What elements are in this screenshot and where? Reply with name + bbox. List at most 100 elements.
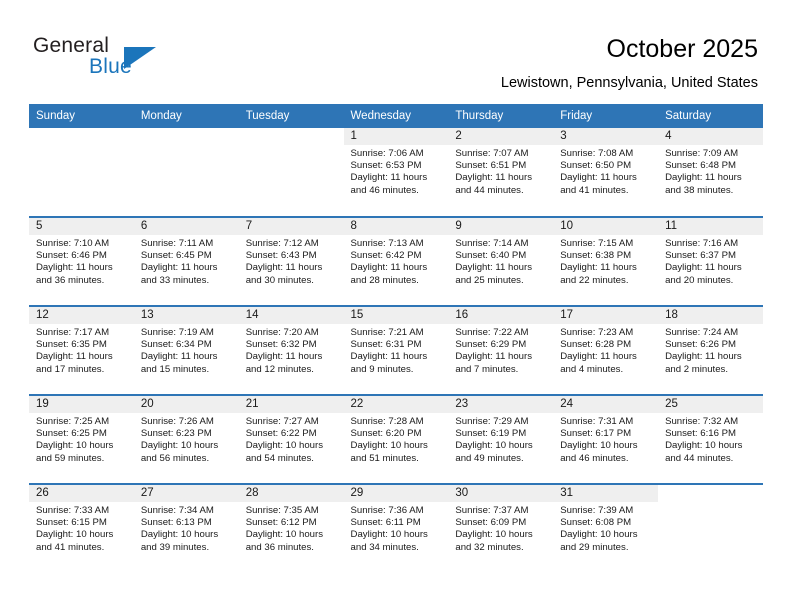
calendar-day-cell[interactable] <box>29 128 134 217</box>
calendar-day-cell[interactable]: 12 Sunrise: 7:17 AM Sunset: 6:35 PM Dayligh… <box>29 305 134 395</box>
calendar-day[interactable]: 11 Sunrise: 7:16 AM Sunset: 6:37 PM Dayligh… <box>658 218 763 305</box>
calendar-day[interactable]: 14 Sunrise: 7:20 AM Sunset: 6:32 PM Dayligh… <box>238 307 344 394</box>
calendar-day-cell[interactable]: 21 Sunrise: 7:27 AM Sunset: 6:22 PM Dayligh… <box>238 394 344 484</box>
calendar-day[interactable]: 30 Sunrise: 7:37 AM Sunset: 6:09 PM Dayligh… <box>448 485 554 572</box>
calendar-grid: Sunday Monday Tuesday Wednesday Thursday… <box>29 104 763 573</box>
calendar-day-cell[interactable]: 25 Sunrise: 7:32 AM Sunset: 6:16 PM Dayligh… <box>658 394 763 484</box>
day-number: 10 <box>553 218 659 235</box>
calendar-day[interactable]: 3 Sunrise: 7:08 AM Sunset: 6:50 PM Daylight… <box>553 128 659 215</box>
sunset-text: Sunset: 6:51 PM <box>455 160 527 172</box>
sunset-text: Sunset: 6:11 PM <box>350 517 421 529</box>
calendar-day[interactable]: 9 Sunrise: 7:14 AM Sunset: 6:40 PM Daylight… <box>448 218 554 305</box>
sunrise-text: Sunrise: 7:25 AM <box>36 416 110 427</box>
calendar-day[interactable]: 2 Sunrise: 7:07 AM Sunset: 6:51 PM Daylight… <box>448 128 554 215</box>
calendar-day[interactable]: 1 Sunrise: 7:06 AM Sunset: 6:53 PM Daylight… <box>343 128 449 215</box>
calendar-day-cell[interactable]: 1 Sunrise: 7:06 AM Sunset: 6:53 PM Daylight… <box>343 128 449 217</box>
calendar-day-cell[interactable]: 3 Sunrise: 7:08 AM Sunset: 6:50 PM Daylight… <box>553 128 659 217</box>
sunset-text: Sunset: 6:38 PM <box>560 250 632 262</box>
calendar-day-cell[interactable]: 2 Sunrise: 7:07 AM Sunset: 6:51 PM Daylight… <box>448 128 554 217</box>
day-details: Sunrise: 7:27 AM Sunset: 6:22 PM Daylight:… <box>239 413 344 465</box>
calendar-day[interactable]: 13 Sunrise: 7:19 AM Sunset: 6:34 PM Dayligh… <box>133 307 239 394</box>
calendar-day-cell[interactable]: 24 Sunrise: 7:31 AM Sunset: 6:17 PM Dayligh… <box>553 394 659 484</box>
calendar-day[interactable]: 15 Sunrise: 7:21 AM Sunset: 6:31 PM Dayligh… <box>343 307 449 394</box>
day-details: Sunrise: 7:29 AM Sunset: 6:19 PM Daylight:… <box>448 413 553 465</box>
calendar-day[interactable]: 27 Sunrise: 7:34 AM Sunset: 6:13 PM Dayligh… <box>133 485 239 572</box>
calendar-day-cell[interactable]: 16 Sunrise: 7:22 AM Sunset: 6:29 PM Dayligh… <box>448 305 554 395</box>
calendar-day-cell[interactable]: 14 Sunrise: 7:20 AM Sunset: 6:32 PM Dayligh… <box>238 305 344 395</box>
sunrise-text: Sunrise: 7:33 AM <box>36 505 110 516</box>
calendar-day[interactable]: 4 Sunrise: 7:09 AM Sunset: 6:48 PM Daylight… <box>658 128 763 215</box>
day-number: 1 <box>343 128 449 145</box>
calendar-day[interactable]: 12 Sunrise: 7:17 AM Sunset: 6:35 PM Dayligh… <box>29 307 134 394</box>
weekday-header-sunday: Sunday <box>29 104 134 128</box>
calendar-day[interactable]: 31 Sunrise: 7:39 AM Sunset: 6:08 PM Dayligh… <box>553 485 659 572</box>
calendar-day-cell[interactable]: 17 Sunrise: 7:23 AM Sunset: 6:28 PM Dayligh… <box>553 305 659 395</box>
calendar-day[interactable]: 20 Sunrise: 7:26 AM Sunset: 6:23 PM Dayligh… <box>133 396 239 483</box>
calendar-day-cell[interactable]: 19 Sunrise: 7:25 AM Sunset: 6:25 PM Dayligh… <box>29 394 134 484</box>
day-details: Sunrise: 7:06 AM Sunset: 6:53 PM Daylight:… <box>344 145 449 197</box>
calendar-day[interactable]: 17 Sunrise: 7:23 AM Sunset: 6:28 PM Dayligh… <box>553 307 659 394</box>
calendar-day[interactable]: 6 Sunrise: 7:11 AM Sunset: 6:45 PM Daylight… <box>133 218 239 305</box>
calendar-day[interactable]: 21 Sunrise: 7:27 AM Sunset: 6:22 PM Dayligh… <box>238 396 344 483</box>
calendar-day-cell[interactable]: 30 Sunrise: 7:37 AM Sunset: 6:09 PM Dayligh… <box>448 483 554 573</box>
calendar-day[interactable]: 24 Sunrise: 7:31 AM Sunset: 6:17 PM Dayligh… <box>553 396 659 483</box>
calendar-day[interactable]: 5 Sunrise: 7:10 AM Sunset: 6:46 PM Daylight… <box>29 218 134 305</box>
calendar-day-cell[interactable]: 6 Sunrise: 7:11 AM Sunset: 6:45 PM Daylight… <box>133 216 239 306</box>
calendar-day[interactable]: 29 Sunrise: 7:36 AM Sunset: 6:11 PM Dayligh… <box>343 485 449 572</box>
day-number: 24 <box>553 396 659 413</box>
calendar-day[interactable]: 25 Sunrise: 7:32 AM Sunset: 6:16 PM Dayligh… <box>658 396 763 483</box>
calendar-day-cell[interactable] <box>658 483 763 573</box>
calendar-day[interactable]: 19 Sunrise: 7:25 AM Sunset: 6:25 PM Dayligh… <box>29 396 134 483</box>
sunrise-text: Sunrise: 7:17 AM <box>36 327 110 338</box>
calendar-day[interactable]: 10 Sunrise: 7:15 AM Sunset: 6:38 PM Dayligh… <box>553 218 659 305</box>
calendar-day-cell[interactable]: 4 Sunrise: 7:09 AM Sunset: 6:48 PM Daylight… <box>658 128 763 217</box>
daylight-text: Daylight: 11 hours and 7 minutes. <box>455 351 532 375</box>
calendar-day[interactable]: 7 Sunrise: 7:12 AM Sunset: 6:43 PM Daylight… <box>238 218 344 305</box>
calendar-day-cell[interactable]: 27 Sunrise: 7:34 AM Sunset: 6:13 PM Dayligh… <box>133 483 239 573</box>
calendar-day-cell[interactable]: 28 Sunrise: 7:35 AM Sunset: 6:12 PM Dayligh… <box>238 483 344 573</box>
calendar-day-cell[interactable]: 13 Sunrise: 7:19 AM Sunset: 6:34 PM Dayligh… <box>133 305 239 395</box>
calendar-day-cell[interactable]: 5 Sunrise: 7:10 AM Sunset: 6:46 PM Daylight… <box>29 216 134 306</box>
calendar-day-cell[interactable]: 23 Sunrise: 7:29 AM Sunset: 6:19 PM Dayligh… <box>448 394 554 484</box>
calendar-day[interactable]: 22 Sunrise: 7:28 AM Sunset: 6:20 PM Dayligh… <box>343 396 449 483</box>
brand-logo[interactable]: General Blue <box>33 34 213 86</box>
daylight-text: Daylight: 11 hours and 15 minutes. <box>140 351 218 375</box>
calendar-header-row: Sunday Monday Tuesday Wednesday Thursday… <box>29 104 763 128</box>
calendar-table: Sunday Monday Tuesday Wednesday Thursday… <box>29 104 763 573</box>
calendar-day-cell[interactable]: 8 Sunrise: 7:13 AM Sunset: 6:42 PM Daylight… <box>343 216 449 306</box>
calendar-day[interactable]: 16 Sunrise: 7:22 AM Sunset: 6:29 PM Dayligh… <box>448 307 554 394</box>
calendar-day-cell[interactable]: 22 Sunrise: 7:28 AM Sunset: 6:20 PM Dayligh… <box>343 394 449 484</box>
sunset-text: Sunset: 6:08 PM <box>560 517 632 529</box>
calendar-day-cell[interactable]: 9 Sunrise: 7:14 AM Sunset: 6:40 PM Daylight… <box>448 216 554 306</box>
calendar-day-cell[interactable]: 11 Sunrise: 7:16 AM Sunset: 6:37 PM Dayligh… <box>658 216 763 306</box>
day-number: 23 <box>448 396 554 413</box>
calendar-day-cell[interactable] <box>134 128 239 217</box>
calendar-day[interactable]: 28 Sunrise: 7:35 AM Sunset: 6:12 PM Dayligh… <box>238 485 344 572</box>
sunrise-text: Sunrise: 7:08 AM <box>560 148 634 159</box>
weekday-header-saturday: Saturday <box>658 104 763 128</box>
sunset-text: Sunset: 6:48 PM <box>665 160 736 172</box>
sunrise-text: Sunrise: 7:09 AM <box>665 148 739 159</box>
calendar-day[interactable]: 8 Sunrise: 7:13 AM Sunset: 6:42 PM Daylight… <box>343 218 449 305</box>
calendar-day[interactable]: 18 Sunrise: 7:24 AM Sunset: 6:26 PM Dayligh… <box>658 307 763 394</box>
calendar-day[interactable]: 23 Sunrise: 7:29 AM Sunset: 6:19 PM Dayligh… <box>448 396 554 483</box>
calendar-day-cell[interactable]: 10 Sunrise: 7:15 AM Sunset: 6:38 PM Dayligh… <box>553 216 659 306</box>
calendar-day-cell[interactable]: 18 Sunrise: 7:24 AM Sunset: 6:26 PM Dayligh… <box>658 305 763 395</box>
sunrise-text: Sunrise: 7:13 AM <box>350 238 424 249</box>
calendar-day-cell[interactable]: 31 Sunrise: 7:39 AM Sunset: 6:08 PM Dayligh… <box>553 483 659 573</box>
day-number: 15 <box>343 307 449 324</box>
sunrise-text: Sunrise: 7:07 AM <box>455 148 529 159</box>
calendar-day-cell[interactable]: 26 Sunrise: 7:33 AM Sunset: 6:15 PM Dayligh… <box>29 483 134 573</box>
calendar-day-cell[interactable]: 29 Sunrise: 7:36 AM Sunset: 6:11 PM Dayligh… <box>343 483 449 573</box>
sunrise-text: Sunrise: 7:28 AM <box>350 416 424 427</box>
calendar-day-cell[interactable]: 20 Sunrise: 7:26 AM Sunset: 6:23 PM Dayligh… <box>133 394 239 484</box>
calendar-day-cell[interactable]: 15 Sunrise: 7:21 AM Sunset: 6:31 PM Dayligh… <box>343 305 449 395</box>
day-number: 25 <box>658 396 763 413</box>
sunrise-text: Sunrise: 7:32 AM <box>665 416 739 427</box>
daylight-text: Daylight: 10 hours and 29 minutes. <box>560 529 638 553</box>
calendar-day-cell[interactable] <box>239 128 344 217</box>
day-number: 17 <box>553 307 659 324</box>
calendar-day[interactable]: 26 Sunrise: 7:33 AM Sunset: 6:15 PM Dayligh… <box>29 485 134 572</box>
sunrise-text: Sunrise: 7:22 AM <box>455 327 529 338</box>
calendar-day-cell[interactable]: 7 Sunrise: 7:12 AM Sunset: 6:43 PM Daylight… <box>238 216 344 306</box>
